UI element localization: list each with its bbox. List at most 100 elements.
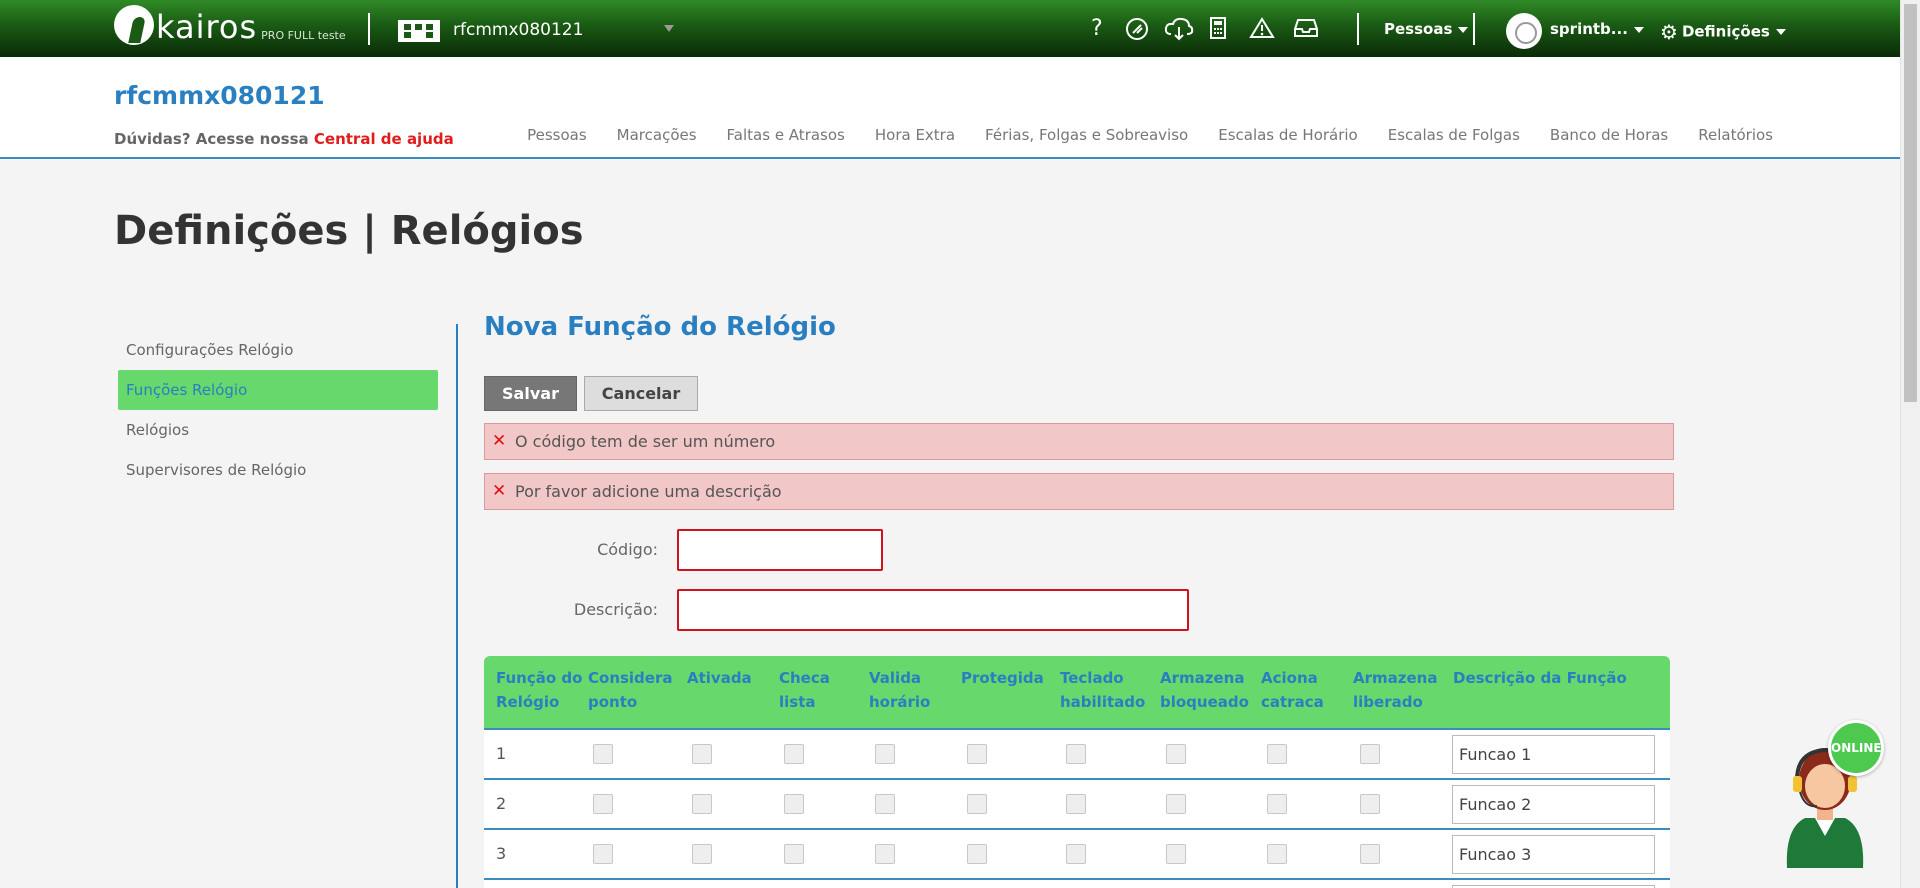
column-header: Checa lista — [779, 669, 830, 711]
logo-text: kairos — [156, 8, 258, 46]
warning-icon[interactable] — [1249, 17, 1275, 39]
code-field[interactable] — [677, 529, 883, 571]
nav-item-marcacoes[interactable]: Marcações — [617, 126, 697, 144]
checkbox-considera-ponto[interactable] — [593, 794, 613, 814]
checkbox-considera-ponto[interactable] — [593, 844, 613, 864]
nav-item-escalas-folgas[interactable]: Escalas de Folgas — [1388, 126, 1520, 144]
user-name: sprintb... — [1550, 20, 1628, 38]
function-description-input[interactable]: Funcao 3 — [1452, 835, 1655, 874]
nav-item-banco-horas[interactable]: Banco de Horas — [1550, 126, 1668, 144]
function-description-input[interactable]: Funcao 1 — [1452, 735, 1655, 774]
avatar[interactable] — [1506, 13, 1542, 49]
checkbox-protegida[interactable] — [967, 794, 987, 814]
section-title: Nova Função do Relógio — [484, 312, 836, 342]
error-message: O código tem de ser um número — [515, 432, 776, 451]
cancel-button[interactable]: Cancelar — [584, 376, 698, 411]
checkbox-armazena-bloqueado[interactable] — [1166, 844, 1186, 864]
checkbox-protegida[interactable] — [967, 844, 987, 864]
divider — [1357, 13, 1359, 45]
kairos-logo-icon — [114, 5, 154, 45]
error-message: Por favor adicione uma descrição — [515, 482, 782, 501]
description-field[interactable] — [677, 589, 1189, 631]
checkbox-ativada[interactable] — [692, 794, 712, 814]
settings-menu[interactable]: ⚙ Definições — [1660, 20, 1786, 44]
sidebar-item-relogios[interactable]: Relógios — [118, 410, 438, 450]
checkbox-ativada[interactable] — [692, 844, 712, 864]
error-alert: ✕ Por favor adicione uma descrição — [484, 473, 1674, 510]
code-label: Código: — [597, 540, 658, 559]
building-icon — [398, 20, 440, 42]
column-header: Valida horário — [869, 669, 931, 711]
help-text: Dúvidas? Acesse nossa Central de ajuda — [114, 130, 454, 148]
scrollbar[interactable] — [1900, 0, 1920, 888]
close-icon: ✕ — [492, 431, 507, 451]
checkbox-aciona-catraca[interactable] — [1267, 794, 1287, 814]
page-header: rfcmmx080121 Dúvidas? Acesse nossa Centr… — [0, 57, 1900, 159]
checkbox-armazena-bloqueado[interactable] — [1166, 744, 1186, 764]
checkbox-considera-ponto[interactable] — [593, 744, 613, 764]
sidebar-item-configuracoes[interactable]: Configurações Relógio — [118, 330, 438, 370]
nav-item-relatorios[interactable]: Relatórios — [1698, 126, 1773, 144]
checkbox-armazena-liberado[interactable] — [1360, 844, 1380, 864]
column-header: Aciona catraca — [1261, 669, 1324, 711]
people-menu[interactable]: Pessoas — [1384, 20, 1469, 38]
column-header: Teclado habilitado — [1060, 669, 1146, 711]
column-header: Considera ponto — [588, 669, 673, 711]
checkbox-teclado[interactable] — [1066, 794, 1086, 814]
calculator-icon[interactable] — [1210, 17, 1226, 39]
checkbox-valida-horario[interactable] — [875, 744, 895, 764]
checkbox-checa-lista[interactable] — [784, 794, 804, 814]
people-menu-label: Pessoas — [1384, 20, 1453, 38]
kairos-logo[interactable]: kairos PRO FULL teste — [114, 5, 346, 45]
sidebar-item-funcoes[interactable]: Funções Relógio — [118, 370, 438, 410]
checkbox-valida-horario[interactable] — [875, 844, 895, 864]
checkbox-armazena-bloqueado[interactable] — [1166, 794, 1186, 814]
nav-item-escalas-horario[interactable]: Escalas de Horário — [1218, 126, 1358, 144]
checkbox-aciona-catraca[interactable] — [1267, 744, 1287, 764]
nav-item-hora-extra[interactable]: Hora Extra — [875, 126, 955, 144]
checkbox-valida-horario[interactable] — [875, 794, 895, 814]
cloud-download-icon[interactable] — [1164, 17, 1194, 41]
function-description-input[interactable]: Funcao 2 — [1452, 785, 1655, 824]
function-number: 2 — [496, 794, 507, 813]
company-selector[interactable]: rfcmmx080121 — [453, 20, 583, 40]
logo-subtitle: PRO FULL teste — [261, 29, 346, 42]
chevron-down-icon — [1633, 26, 1644, 33]
checkbox-checa-lista[interactable] — [784, 844, 804, 864]
checkbox-teclado[interactable] — [1066, 744, 1086, 764]
table-row: 3 Funcao 3 — [484, 828, 1670, 878]
description-label: Descrição: — [573, 600, 658, 619]
checkbox-checa-lista[interactable] — [784, 744, 804, 764]
scrollbar-thumb[interactable] — [1904, 4, 1917, 402]
checkbox-aciona-catraca[interactable] — [1267, 844, 1287, 864]
column-header: Descrição da Função — [1453, 669, 1627, 687]
help-icon[interactable]: ? — [1091, 17, 1103, 41]
gear-icon: ⚙ — [1660, 20, 1678, 44]
checkbox-armazena-liberado[interactable] — [1360, 744, 1380, 764]
inbox-icon[interactable] — [1293, 17, 1319, 39]
nav-item-ferias[interactable]: Férias, Folgas e Sobreaviso — [985, 126, 1188, 144]
checkbox-armazena-liberado[interactable] — [1360, 794, 1380, 814]
checkbox-protegida[interactable] — [967, 744, 987, 764]
checkbox-teclado[interactable] — [1066, 844, 1086, 864]
functions-table: Função do Relógio Considera ponto Ativada … — [484, 656, 1670, 888]
column-header: Função do Relógio — [496, 669, 583, 711]
user-menu[interactable]: sprintb... — [1550, 20, 1644, 38]
content-divider — [456, 324, 458, 888]
nav-item-pessoas[interactable]: Pessoas — [527, 126, 587, 144]
nav-item-faltas[interactable]: Faltas e Atrasos — [727, 126, 845, 144]
column-header: Ativada — [687, 669, 752, 687]
sidebar-item-supervisores[interactable]: Supervisores de Relógio — [118, 450, 438, 490]
help-center-link[interactable]: Central de ajuda — [314, 130, 454, 148]
checkbox-ativada[interactable] — [692, 744, 712, 764]
online-badge[interactable]: ONLINE — [1828, 720, 1884, 776]
function-number: 3 — [496, 844, 507, 863]
close-icon: ✕ — [492, 481, 507, 501]
top-bar: kairos PRO FULL teste rfcmmx080121 ? Pes… — [0, 0, 1900, 57]
column-header: Armazena liberado — [1353, 669, 1438, 711]
chevron-down-icon[interactable] — [664, 25, 674, 32]
divider — [1473, 13, 1475, 45]
function-number: 1 — [496, 744, 507, 763]
moon-icon[interactable] — [1124, 17, 1150, 41]
save-button[interactable]: Salvar — [484, 376, 577, 411]
